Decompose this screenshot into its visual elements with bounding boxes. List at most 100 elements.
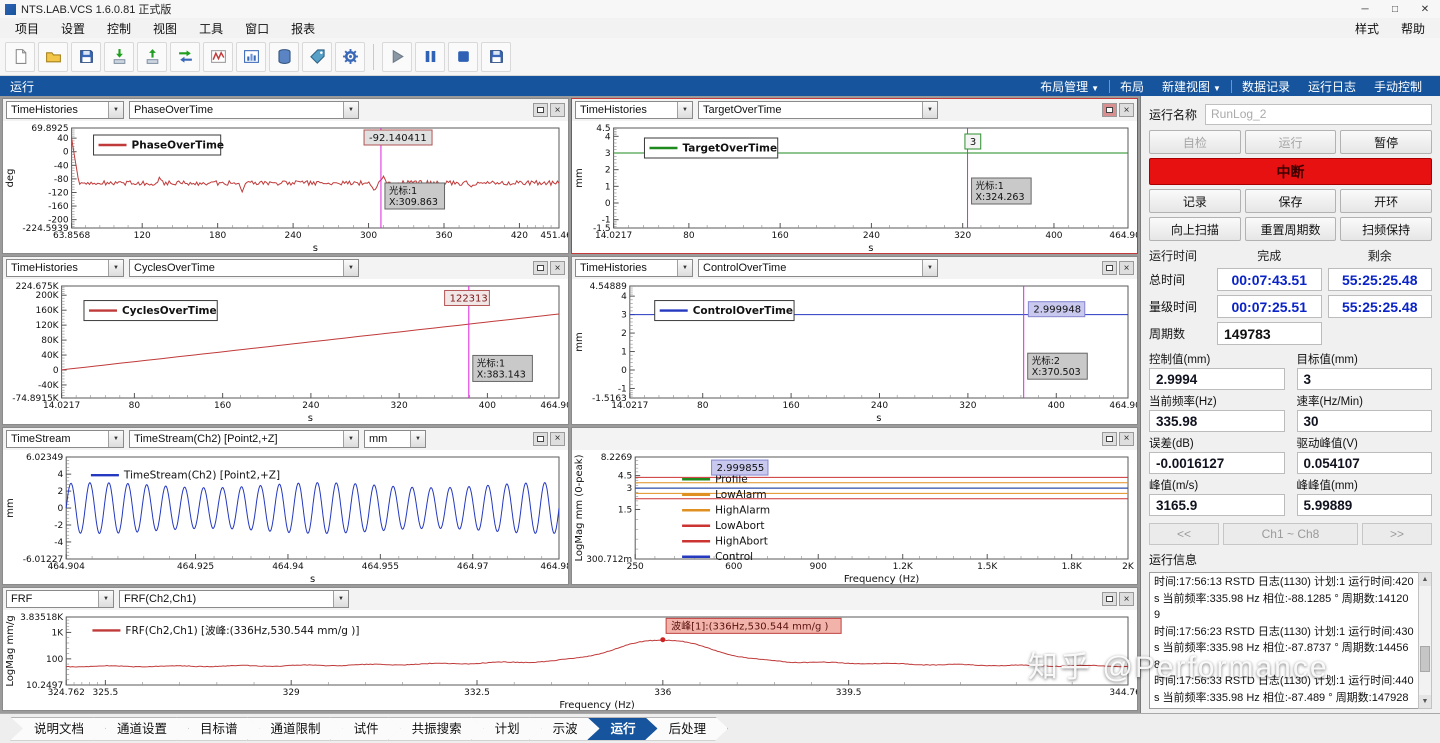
close-icon[interactable]: × <box>1119 103 1134 117</box>
chart-canvas-control-over-time[interactable]: 4.5488943210-1-1.516314.0217801602403204… <box>572 279 1137 423</box>
abort-button[interactable]: 中断 <box>1149 158 1432 185</box>
signal-chart-button[interactable] <box>203 42 233 72</box>
scroll-down-icon[interactable]: ▼ <box>1419 695 1431 708</box>
record-ctl-2-button[interactable]: 开环 <box>1340 189 1432 213</box>
restore-icon[interactable] <box>1102 432 1117 446</box>
panel-toolbar: TimeHistories▼ CyclesOverTime▼ × <box>3 257 568 279</box>
sweep-ctl-2-button[interactable]: 扫频保持 <box>1340 217 1432 241</box>
stop-button[interactable] <box>448 42 478 72</box>
menu-item-1[interactable]: 设置 <box>50 20 96 37</box>
menu-item-4[interactable]: 工具 <box>188 20 234 37</box>
signal-chart-icon <box>210 48 227 65</box>
log-scrollbar[interactable]: ▲ ▼ <box>1418 572 1432 709</box>
workflow-tab-1[interactable]: 通道设置 <box>93 717 189 741</box>
chart-source-dropdown[interactable]: TimeHistories▼ <box>6 101 124 119</box>
channel-next-button[interactable]: >> <box>1362 523 1432 545</box>
close-icon[interactable]: × <box>550 261 565 275</box>
maximize-button[interactable]: □ <box>1380 0 1410 18</box>
close-icon[interactable]: × <box>1119 432 1134 446</box>
settings-gear-icon <box>342 48 359 65</box>
menu-item-5[interactable]: 窗口 <box>234 20 280 37</box>
svg-text:464.955: 464.955 <box>362 562 399 572</box>
open-project-button[interactable] <box>38 42 68 72</box>
sweep-ctl-1-button[interactable]: 重置周期数 <box>1245 217 1337 241</box>
chart-canvas-phase-over-time[interactable]: 69.8925400-40-80-120-160-200-224.593963.… <box>3 121 568 253</box>
svg-text:4.5: 4.5 <box>618 471 632 481</box>
save-project-button[interactable] <box>71 42 101 72</box>
chart-source-dropdown[interactable]: CyclesOverTime▼ <box>129 259 359 277</box>
record-ctl-1-button[interactable]: 保存 <box>1245 189 1337 213</box>
chart-source-dropdown[interactable]: ControlOverTime▼ <box>698 259 938 277</box>
svg-text:Control: Control <box>715 551 753 563</box>
status-field-label-6: 峰值(m/s) <box>1149 477 1285 493</box>
header-action-4[interactable]: 运行日志 <box>1300 78 1364 95</box>
run-ctl-2-button[interactable]: 暂停 <box>1340 130 1432 154</box>
close-icon[interactable]: × <box>550 103 565 117</box>
chart-source-dropdown[interactable]: TimeStream(Ch2) [Point2,+Z]▼ <box>129 430 359 448</box>
run-ctl-0-button[interactable]: 自检 <box>1149 130 1241 154</box>
chart-source-dropdown[interactable]: TimeHistories▼ <box>6 259 124 277</box>
menu-item-2[interactable]: 控制 <box>96 20 142 37</box>
data-transfer-button[interactable] <box>170 42 200 72</box>
chart-source-dropdown[interactable]: TimeHistories▼ <box>575 101 693 119</box>
tag-button[interactable] <box>302 42 332 72</box>
database-button[interactable] <box>269 42 299 72</box>
chart-source-dropdown[interactable]: TargetOverTime▼ <box>698 101 938 119</box>
sweep-ctl-0-button[interactable]: 向上扫描 <box>1149 217 1241 241</box>
run-name-input[interactable] <box>1205 104 1432 125</box>
restore-icon[interactable] <box>1102 103 1117 117</box>
new-file-button[interactable] <box>5 42 35 72</box>
close-icon[interactable]: × <box>1119 592 1134 606</box>
import-data-button[interactable] <box>104 42 134 72</box>
restore-icon[interactable] <box>1102 592 1117 606</box>
run-ctl-1-button[interactable]: 运行 <box>1245 130 1337 154</box>
menu-right-item-1[interactable]: 帮助 <box>1390 20 1436 37</box>
close-icon[interactable]: × <box>1119 261 1134 275</box>
channel-prev-button[interactable]: << <box>1149 523 1219 545</box>
menu-item-0[interactable]: 项目 <box>4 20 50 37</box>
header-action-1[interactable]: 布局 <box>1112 78 1152 95</box>
scroll-thumb[interactable] <box>1420 646 1430 672</box>
close-icon[interactable]: × <box>550 432 565 446</box>
chart-source-dropdown[interactable]: FRF(Ch2,Ch1)▼ <box>119 590 349 608</box>
chart-canvas-time-stream[interactable]: 6.02349420-2-4-6.01227464.904464.925464.… <box>3 450 568 584</box>
menu-item-3[interactable]: 视图 <box>142 20 188 37</box>
workflow-tab-3[interactable]: 通道限制 <box>247 717 343 741</box>
restore-icon[interactable] <box>533 432 548 446</box>
pause-button[interactable] <box>415 42 445 72</box>
chart-source-dropdown[interactable]: PhaseOverTime▼ <box>129 101 359 119</box>
workflow-tab-5[interactable]: 共振搜索 <box>388 717 484 741</box>
run-play-button[interactable] <box>382 42 412 72</box>
svg-text:1.8K: 1.8K <box>1062 562 1083 572</box>
header-action-2[interactable]: 新建视图▼ <box>1154 78 1229 95</box>
minimize-button[interactable]: ─ <box>1350 0 1380 18</box>
settings-gear-button[interactable] <box>335 42 365 72</box>
run-log[interactable]: 时间:17:56:13 RSTD 日志(1130) 计划:1 运行时间:420 … <box>1149 572 1418 709</box>
scroll-up-icon[interactable]: ▲ <box>1419 573 1431 586</box>
workflow-tab-0[interactable]: 说明文档 <box>10 717 106 741</box>
chart-source-dropdown[interactable]: TimeHistories▼ <box>575 259 693 277</box>
header-action-5[interactable]: 手动控制 <box>1366 78 1430 95</box>
restore-icon[interactable] <box>533 103 548 117</box>
svg-text:X:309.863: X:309.863 <box>389 197 438 208</box>
header-action-3[interactable]: 数据记录 <box>1234 78 1298 95</box>
header-action-0[interactable]: 布局管理▼ <box>1032 78 1107 95</box>
export-data-button[interactable] <box>137 42 167 72</box>
restore-icon[interactable] <box>533 261 548 275</box>
close-button[interactable]: ✕ <box>1410 0 1440 18</box>
chart-source-dropdown[interactable]: mm▼ <box>364 430 426 448</box>
chart-source-dropdown[interactable]: FRF▼ <box>6 590 114 608</box>
chart-source-dropdown[interactable]: TimeStream▼ <box>6 430 124 448</box>
restore-icon[interactable] <box>1102 261 1117 275</box>
chart-canvas-cycles-over-time[interactable]: 224.675K200K160K120K80K40K0-40K-74.8915K… <box>3 279 568 423</box>
menu-right-item-0[interactable]: 样式 <box>1344 20 1390 37</box>
scroll-track[interactable] <box>1419 586 1431 695</box>
record-ctl-0-button[interactable]: 记录 <box>1149 189 1241 213</box>
report-chart-button[interactable] <box>236 42 266 72</box>
chart-canvas-profile-spectrum[interactable]: 8.22694.531.5300.712m2506009001.2K1.5K1.… <box>572 450 1137 584</box>
chart-canvas-target-over-time[interactable]: 4.543210-1-1.514.021780160240320400464.9… <box>572 121 1137 253</box>
save-data-button[interactable] <box>481 42 511 72</box>
chart-canvas-frf[interactable]: 3.83518K1K10010.2497324.762325.5329332.5… <box>3 610 1137 710</box>
chevron-down-icon: ▼ <box>343 102 358 118</box>
menu-item-6[interactable]: 报表 <box>280 20 326 37</box>
